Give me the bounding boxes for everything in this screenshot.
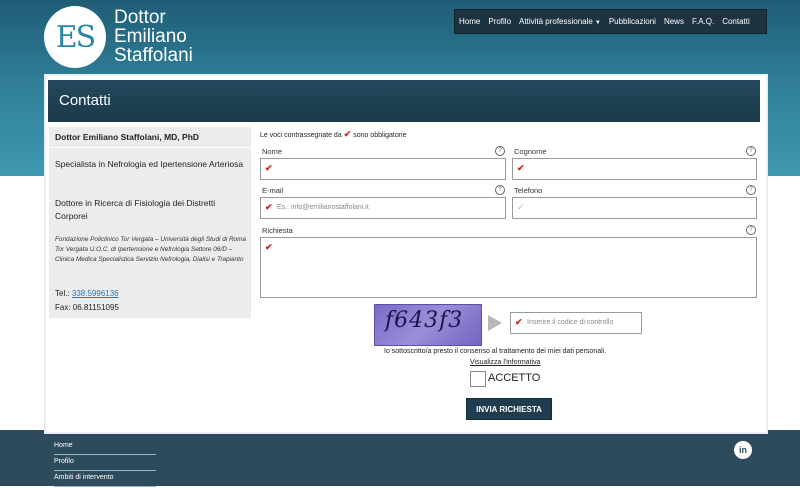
nav-item-home[interactable]: Home (455, 17, 484, 26)
nav-item-attivita[interactable]: Attività professionale ▼ (515, 17, 605, 26)
captcha-code: f643f3 (385, 308, 464, 333)
nav-item-profilo[interactable]: Profilo (484, 17, 515, 26)
logo-initials: ES (55, 19, 96, 55)
nav-item-news[interactable]: News (660, 17, 688, 26)
site-name[interactable]: Dottor Emiliano Staffolani (114, 8, 193, 65)
help-icon[interactable]: ? (746, 185, 756, 195)
main-nav: Home Profilo Attività professionale ▼ Pub… (454, 9, 767, 34)
specialization-1: Specialista in Nefrologia ed Ipertension… (55, 159, 244, 169)
site-name-line1: Dottor (114, 7, 166, 28)
checkmark-icon: ✔ (515, 317, 523, 327)
checkmark-icon: ✔ (265, 163, 273, 173)
fax: Fax: 06.81151095 (55, 303, 119, 312)
submit-button[interactable]: INVIA RICHIESTA (466, 398, 552, 420)
cognome-label: Cognome (514, 147, 547, 156)
page-title: Contatti (59, 92, 111, 109)
email-placeholder: Es.: info@emilianostaffolani.it (277, 204, 369, 211)
accept-label[interactable]: ACCETTO (488, 372, 540, 384)
telephone: Tel.: 338.5996136 (55, 289, 119, 298)
help-icon[interactable]: ? (495, 185, 505, 195)
contact-sidebar: Dottor Emiliano Staffolani, MD, PhD Spec… (49, 127, 251, 318)
email-label: E-mail (262, 186, 284, 195)
footer-link-home[interactable]: Home (54, 440, 156, 455)
telephone-link[interactable]: 338.5996136 (72, 289, 119, 298)
checkmark-icon: ✓ (517, 202, 525, 212)
required-note: Le voci contrassegnate da ✔ sono obbliga… (260, 129, 407, 140)
page-title-bar: Contatti (48, 80, 760, 122)
site-logo[interactable]: ES (44, 6, 106, 68)
doctor-name: Dottor Emiliano Staffolani, MD, PhD (55, 132, 200, 142)
linkedin-glyph: in (739, 445, 747, 455)
help-icon[interactable]: ? (495, 146, 505, 156)
sidebar-divider (49, 147, 251, 148)
institution-text: Fondazione Policlinico Tor Vergata – Uni… (55, 236, 246, 263)
help-icon[interactable]: ? (746, 225, 756, 235)
caret-down-icon: ▼ (594, 20, 601, 26)
accept-checkbox[interactable] (470, 371, 486, 387)
captcha-input[interactable]: ✔ Inserire il codice di controllo (510, 312, 642, 334)
linkedin-icon[interactable]: in (734, 441, 752, 459)
nav-item-pubblicazioni[interactable]: Pubblicazioni (605, 17, 660, 26)
nav-item-attivita-label: Attività professionale (519, 17, 593, 26)
footer-link-ambiti[interactable]: Ambiti di intervento (54, 472, 156, 487)
telefono-input[interactable]: ✓ (512, 197, 757, 219)
help-icon[interactable]: ? (746, 146, 756, 156)
nome-label: Nome (262, 147, 283, 156)
specialization-2: Dottore in Ricerca di Fisiologia dei Dis… (55, 198, 216, 221)
required-note-pre: Le voci contrassegnate da (260, 132, 342, 139)
required-note-post: sono obbligatorie (353, 132, 407, 139)
site-name-line2: Emiliano (114, 26, 187, 47)
captcha-placeholder: Inserire il codice di controllo (527, 319, 614, 326)
checkmark-icon: ✔ (343, 129, 352, 139)
email-input[interactable]: ✔ Es.: info@emilianostaffolani.it (260, 197, 506, 219)
consent-text: Io sottoscritto/a presto il consenso al … (384, 348, 607, 355)
checkmark-icon: ✔ (517, 163, 525, 173)
footer-nav: Home Profilo Ambiti di intervento (54, 440, 156, 488)
nav-item-faq[interactable]: F.A.Q. (688, 17, 718, 26)
telephone-label: Tel.: (55, 289, 70, 298)
informativa-link[interactable]: Visualizza l'informativa (470, 359, 540, 366)
site-name-line3: Staffolani (114, 45, 193, 66)
telefono-label: Telefono (514, 186, 543, 195)
checkmark-icon: ✔ (265, 242, 273, 252)
arrow-right-icon (488, 315, 502, 331)
captcha-image: f643f3 (374, 304, 482, 346)
richiesta-label: Richiesta (262, 226, 293, 235)
richiesta-textarea[interactable]: ✔ (260, 237, 757, 298)
nome-input[interactable]: ✔ (260, 158, 506, 180)
checkmark-icon: ✔ (265, 202, 273, 212)
cognome-input[interactable]: ✔ (512, 158, 757, 180)
footer-link-profilo[interactable]: Profilo (54, 456, 156, 471)
nav-item-contatti[interactable]: Contatti (718, 17, 754, 26)
